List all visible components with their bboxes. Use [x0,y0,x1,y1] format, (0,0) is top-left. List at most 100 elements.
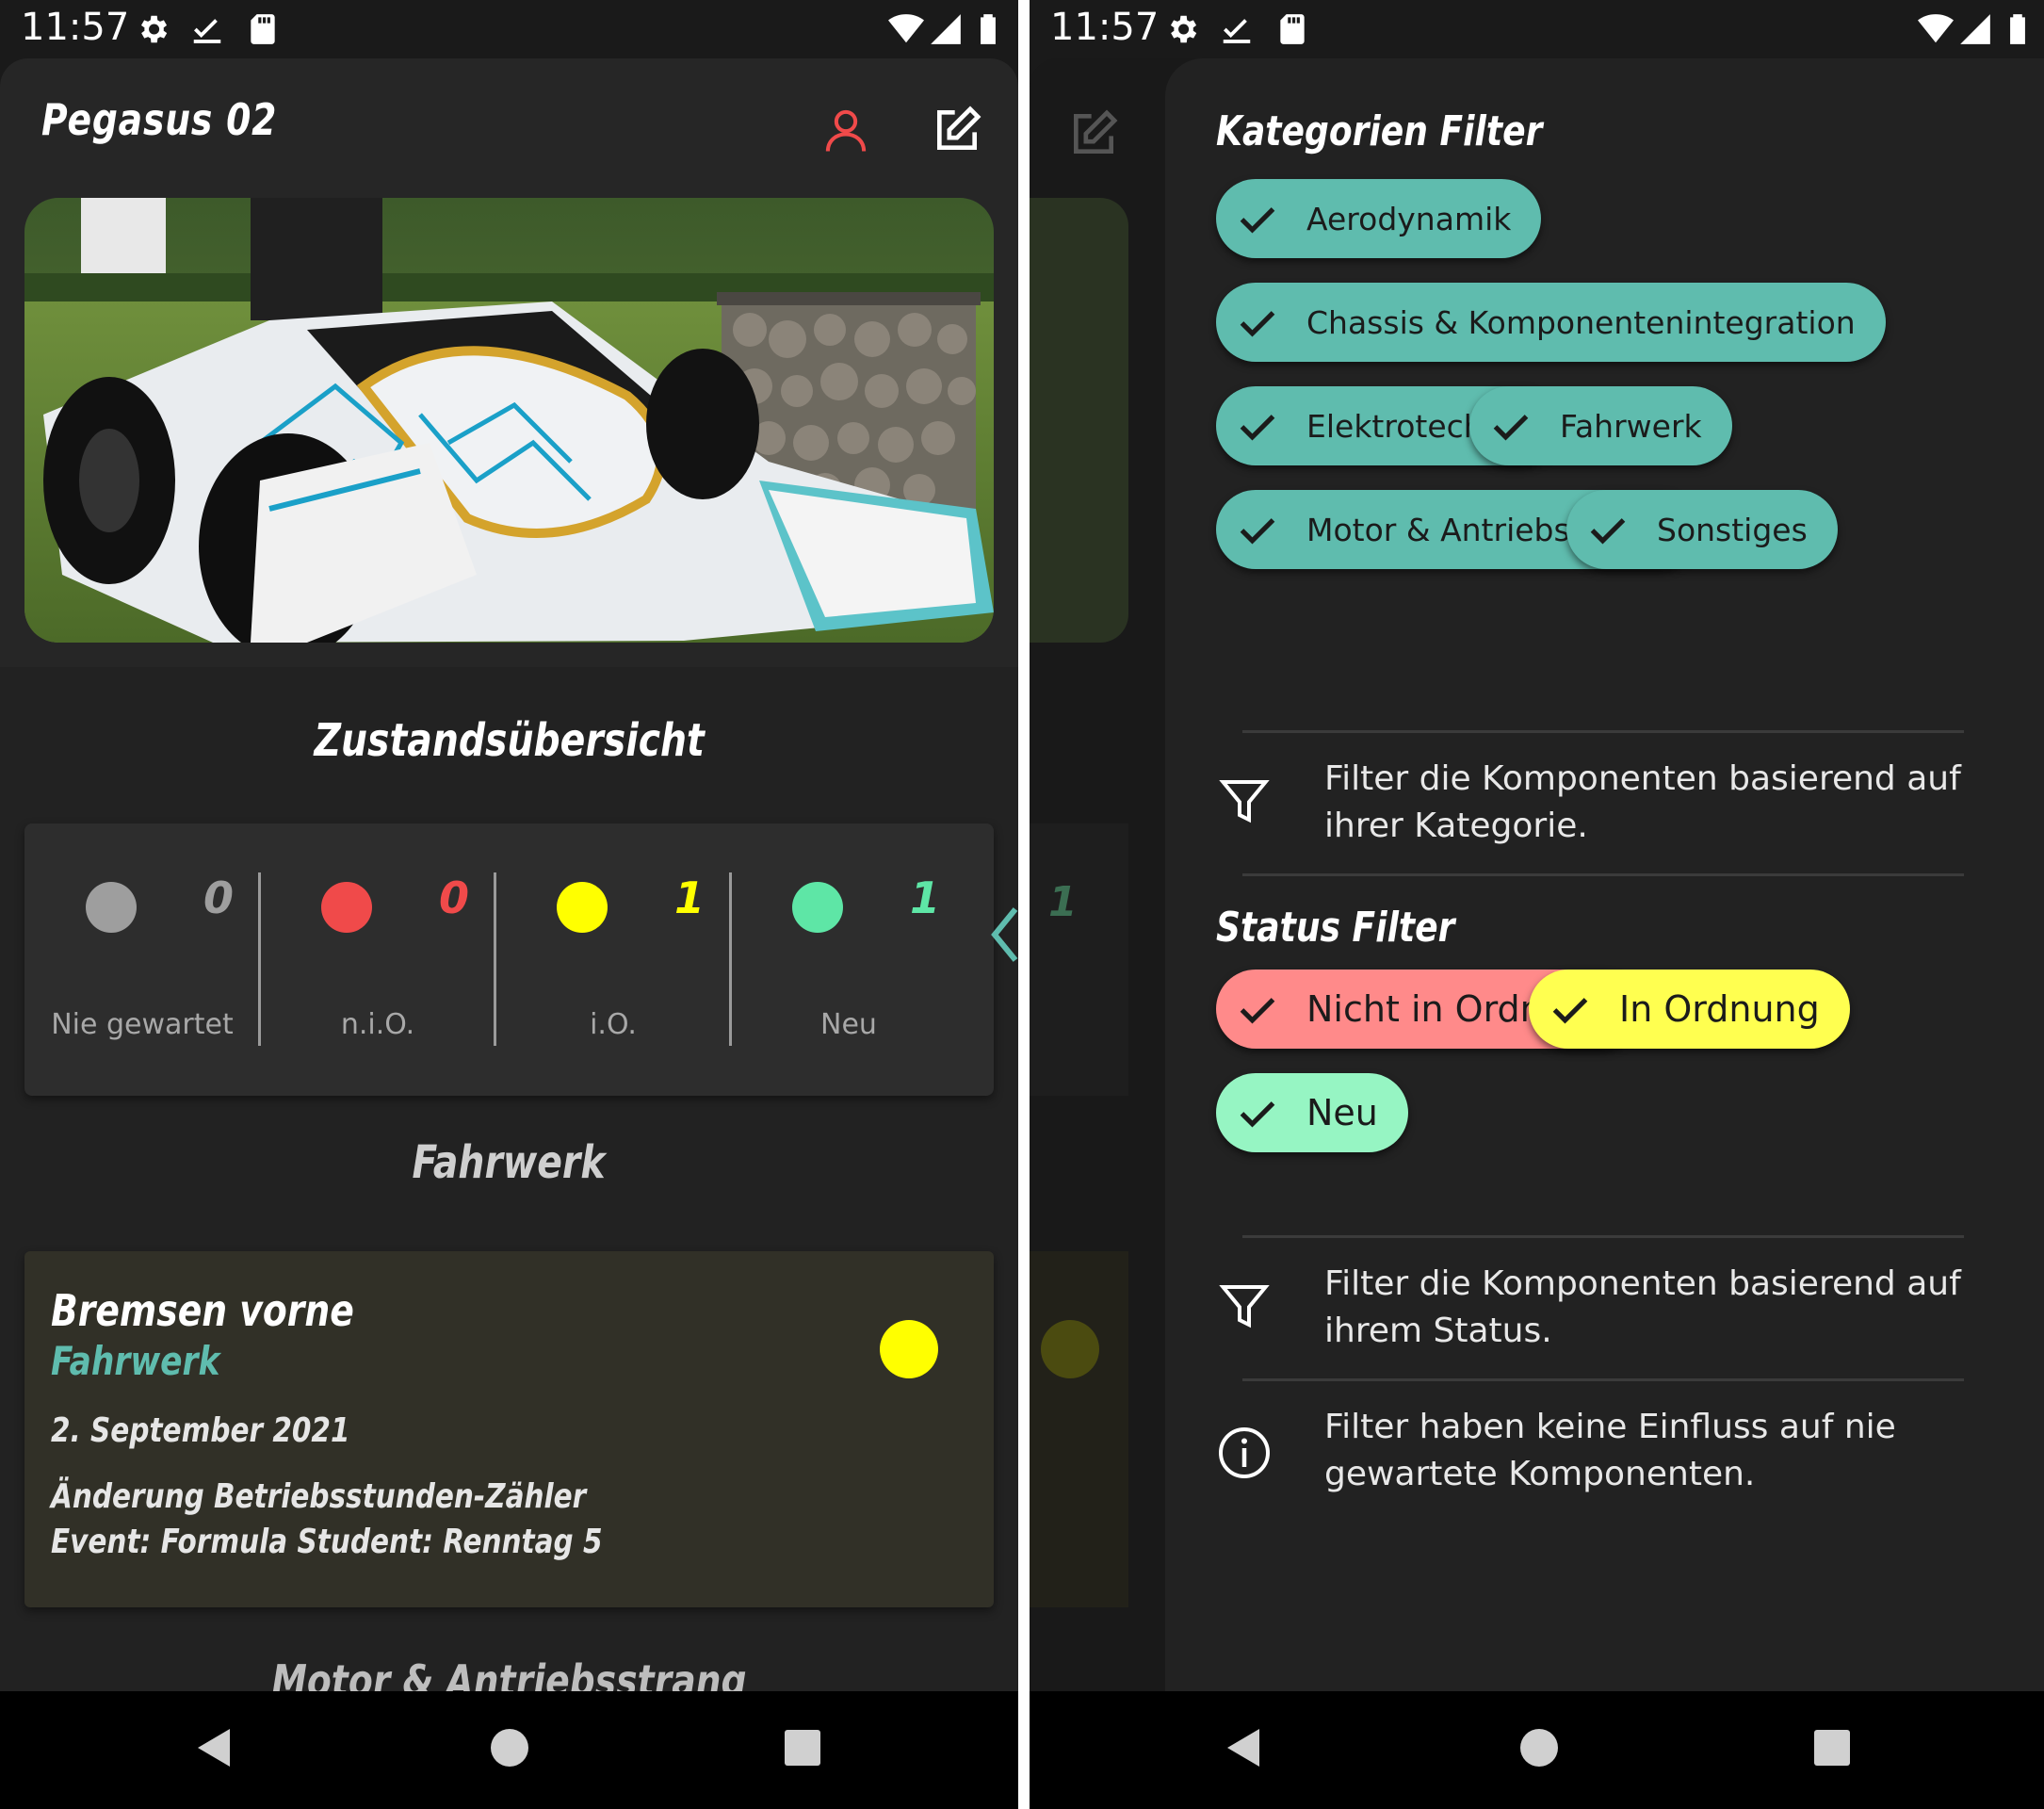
filter-icon [1219,1285,1270,1328]
component-card[interactable]: Bremsen vorne Fahrwerk 2. September 2021… [24,1251,994,1607]
recents-icon [1814,1730,1850,1766]
check-icon [1240,1101,1275,1128]
status-filter-title: Status Filter [1216,904,1455,952]
check-icon [1552,998,1588,1024]
status-summary-card: 0 Nie gewartet 0 n.i.O. 1 i.O. 1 Neu [24,823,994,1096]
edit-button[interactable] [929,102,985,158]
status-dot [557,882,608,933]
recents-button[interactable] [774,1719,831,1776]
download-done-icon [1223,19,1251,43]
user-button[interactable] [818,102,874,158]
status-label: n.i.O. [340,1008,415,1041]
info-icon [1219,1427,1270,1478]
back-button[interactable] [185,1719,241,1776]
summary-divider [494,872,496,1046]
home-button[interactable] [481,1719,538,1776]
nav-bar [0,1691,1018,1809]
status-label: Neu [820,1008,877,1041]
chip-label: Chassis & Komponentenintegration [1306,303,1856,341]
home-icon [491,1729,528,1767]
dimmed-count: 1 [1048,878,1078,926]
check-icon [1240,311,1275,337]
wifi-icon [1918,14,1954,43]
component-status-dot [880,1320,938,1378]
status-chip[interactable]: Neu [1216,1073,1408,1152]
category-chip[interactable]: Fahrwerk [1469,386,1732,465]
next-category-heading: Motor & Antriebsstrang [271,1655,747,1691]
status-count: 1 [674,872,706,923]
dimmed-card [1030,1251,1128,1607]
download-done-icon [193,19,221,43]
chevron-left-icon[interactable] [985,902,1018,968]
chip-label: Aerodynamik [1306,200,1512,237]
battery-icon [981,14,996,44]
signal-icon [931,14,961,44]
status-label: i.O. [590,1008,637,1041]
back-button[interactable] [1214,1719,1271,1776]
back-icon [198,1729,230,1767]
status-count: 0 [203,872,235,923]
status-time: 11:57 [1050,6,1160,49]
category-chip[interactable]: Chassis & Komponentenintegration [1216,283,1886,362]
check-icon [1240,518,1275,545]
component-date: 2. September 2021 [51,1411,350,1450]
page-title: Pegasus 02 [41,94,278,145]
status-bar: 11:57 [1030,0,2044,58]
chip-label: Sonstiges [1657,511,1808,548]
chip-label: Neu [1306,1092,1378,1133]
summary-divider [729,872,732,1046]
settings-icon [1170,15,1197,43]
settings-icon [140,15,168,43]
divider [1242,730,1964,733]
status-dot [86,882,137,933]
phone-right: 11:57 1 Kategorien Filter Aerodynamik Cha… [1030,0,2044,1809]
check-icon [1590,518,1626,545]
edit-icon [937,106,981,150]
category-filter-title: Kategorien Filter [1216,107,1543,155]
filter-drawer: Kategorien Filter Aerodynamik Chassis & K… [1165,58,2044,1691]
phone-left: 11:57 Pegasus 02 Zustandsübersicht 0 Nie… [0,0,1018,1809]
check-icon [1240,998,1275,1024]
status-chip[interactable]: In Ordnung [1529,970,1850,1049]
check-icon [1240,207,1275,234]
summary-divider [258,872,261,1046]
nav-bar [1030,1691,2044,1809]
recents-button[interactable] [1804,1719,1860,1776]
category-chip[interactable]: Sonstiges [1566,490,1838,569]
divider [1242,873,1964,876]
status-time: 11:57 [21,6,130,49]
dimmed-photo [1030,198,1128,643]
check-icon [1240,415,1275,441]
dimmed-summary [1030,823,1128,1096]
divider [1242,1235,1964,1238]
home-icon [1520,1729,1558,1767]
chip-label: Fahrwerk [1560,407,1702,445]
status-dot [792,882,843,933]
main-screen: Pegasus 02 Zustandsübersicht 0 Nie gewar… [0,58,1018,1691]
signal-icon [1960,14,1990,44]
overview-title: Zustandsübersicht [314,714,705,767]
sd-card-icon [1280,14,1305,44]
filter-icon [1219,780,1270,823]
summary-item: 1 Neu [731,823,966,1096]
summary-item: 1 i.O. [495,823,731,1096]
dimmed-status-dot [1041,1320,1099,1378]
home-button[interactable] [1511,1719,1567,1776]
status-count: 1 [910,872,941,923]
chip-label: In Ordnung [1619,988,1820,1030]
back-icon [1227,1729,1259,1767]
battery-icon [2010,14,2025,44]
summary-item: 0 n.i.O. [260,823,495,1096]
status-hint-text: Filter die Komponenten basierend auf ihr… [1324,1264,1961,1350]
status-bar: 11:57 [0,0,1018,58]
status-label: Nie gewartet [51,1008,234,1041]
edit-icon [1074,109,1118,154]
vehicle-photo [24,198,994,643]
wifi-icon [888,14,924,43]
component-event: Event: Formula Student: Renntag 5 [51,1523,603,1561]
component-change: Änderung Betriebsstunden-Zähler [51,1477,587,1516]
category-chip[interactable]: Aerodynamik [1216,179,1542,258]
summary-item: 0 Nie gewartet [24,823,260,1096]
component-category: Fahrwerk [51,1338,220,1384]
info-hint-text: Filter haben keine Einfluss auf nie gewa… [1324,1408,1896,1493]
